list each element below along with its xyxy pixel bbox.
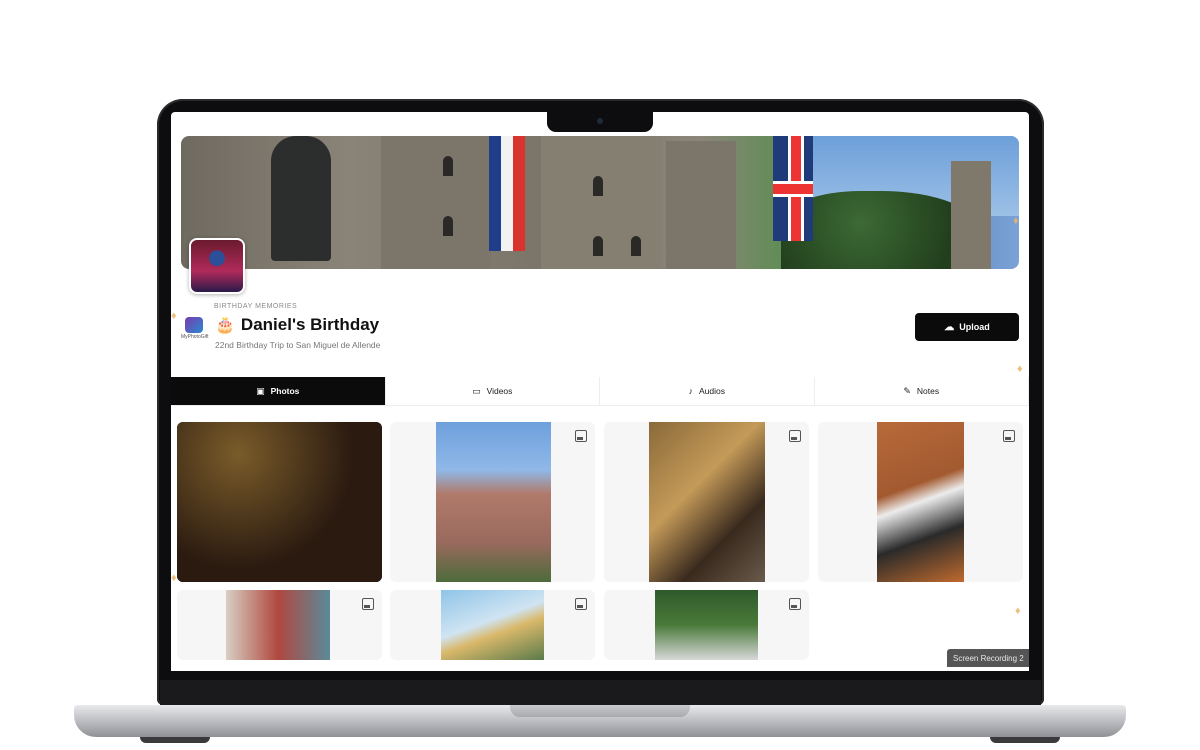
media-tabs: ▣ Photos ▭ Videos ♪ Audios ✎ Notes (171, 377, 1029, 406)
album-category: BIRTHDAY MEMORIES (214, 303, 298, 310)
cover-banner (181, 136, 1019, 269)
flag (773, 136, 813, 241)
photo-card[interactable] (604, 590, 809, 660)
photo-thumbnail (649, 422, 765, 582)
album-subtitle: 22nd Birthday Trip to San Miguel de Alle… (215, 340, 381, 350)
upload-button[interactable]: ☁ Upload (915, 313, 1019, 341)
photo-card[interactable] (177, 422, 382, 582)
tab-audios[interactable]: ♪ Audios (600, 377, 815, 405)
photo-card[interactable] (604, 422, 809, 582)
microphone-icon: ♪ (688, 386, 694, 396)
image-icon: ▣ (256, 385, 265, 396)
cloud-upload-icon: ☁ (944, 321, 955, 333)
photo-card[interactable] (390, 590, 595, 660)
screen-recording-badge: Screen Recording 2 (947, 649, 1029, 667)
cake-sticker-icon: ♦ (1013, 215, 1019, 227)
laptop-screen: MyPhotoGift BIRTHDAY MEMORIES 🎂 Daniel's… (171, 112, 1029, 671)
tab-videos[interactable]: ▭ Videos (385, 377, 600, 405)
photo-thumbnail (441, 590, 544, 660)
photo-thumbnail (877, 422, 964, 582)
photo-thumbnail (177, 422, 382, 582)
camera-notch (547, 112, 653, 132)
cake-sticker-icon: ♦ (1017, 363, 1023, 375)
tab-label: Audios (699, 386, 725, 396)
cake-icon: 🎂 (215, 317, 235, 334)
avatar[interactable] (189, 238, 245, 294)
tab-label: Videos (486, 386, 513, 396)
video-icon: ▭ (472, 385, 481, 396)
tab-label: Photos (270, 386, 300, 396)
image-icon (1003, 430, 1015, 442)
cake-sticker-icon: ♦ (171, 310, 177, 322)
image-icon (575, 430, 587, 442)
album-title-row: 🎂 Daniel's Birthday (215, 315, 379, 335)
photo-thumbnail (226, 590, 330, 660)
photo-card[interactable] (177, 590, 382, 660)
camera-icon (597, 118, 603, 124)
logo-icon (185, 317, 203, 333)
image-icon (362, 598, 374, 610)
tab-photos[interactable]: ▣ Photos (171, 377, 386, 405)
tab-notes[interactable]: ✎ Notes (814, 377, 1029, 405)
flag (489, 136, 525, 251)
cake-sticker-icon: ♦ (171, 572, 177, 584)
app-logo: MyPhotoGift (181, 317, 209, 343)
photo-card[interactable] (390, 422, 595, 582)
upload-button-label: Upload (959, 322, 990, 332)
cake-sticker-icon: ♦ (1015, 605, 1021, 617)
photo-card[interactable] (818, 422, 1023, 582)
photo-thumbnail (655, 590, 758, 660)
image-icon (575, 598, 587, 610)
photo-thumbnail (436, 422, 551, 582)
laptop-chin (160, 680, 1041, 706)
laptop-foot-right (990, 737, 1060, 743)
laptop-foot-left (140, 737, 210, 743)
page-title: Daniel's Birthday (240, 315, 380, 334)
tab-label: Notes (916, 386, 940, 396)
laptop-base-lip (510, 705, 690, 717)
logo-text: MyPhotoGift (181, 334, 209, 340)
note-icon: ✎ (903, 385, 911, 396)
image-icon (789, 430, 801, 442)
image-icon (789, 598, 801, 610)
